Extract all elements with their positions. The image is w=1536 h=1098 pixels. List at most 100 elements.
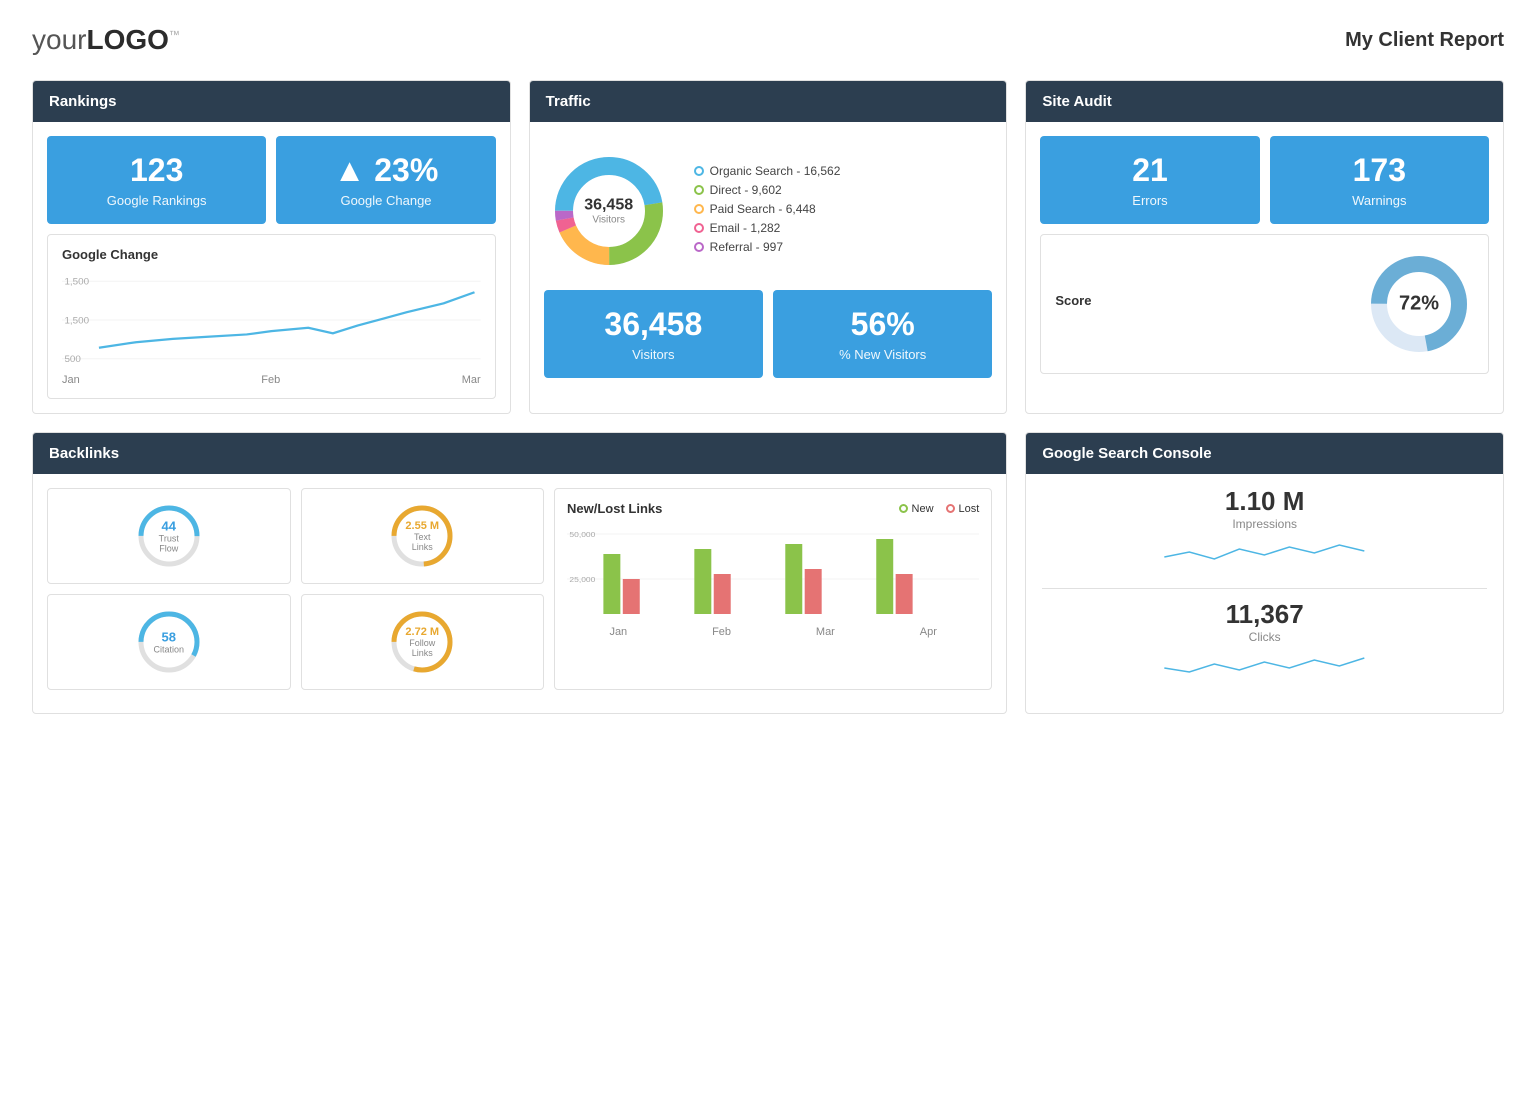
- clicks-stat: 11,367 Clicks: [1042, 599, 1487, 685]
- google-change-value: ▲ 23%: [288, 152, 483, 189]
- trust-flow-label: 44 Trust Flow: [151, 519, 186, 554]
- errors-value: 21: [1052, 152, 1247, 189]
- traffic-body: 36,458 Visitors Organic Search - 16,562 …: [530, 122, 1007, 402]
- main-grid: Rankings 123 Google Rankings ▲ 23% Googl…: [32, 80, 1504, 714]
- traffic-section: Traffic: [529, 80, 1008, 414]
- line-chart-area: .grid-line { stroke: #e8e8e8; stroke-wid…: [62, 270, 481, 370]
- citation-sublabel: Citation: [153, 645, 184, 655]
- traffic-legend: Organic Search - 16,562 Direct - 9,602 P…: [694, 164, 841, 259]
- x-label-jan: Jan: [62, 374, 80, 386]
- score-label: Score: [1055, 293, 1344, 308]
- bar-x-labels: Jan Feb Mar Apr: [567, 626, 979, 638]
- bar-chart-area: 50,000 25,000: [567, 524, 979, 624]
- trust-flow-sublabel: Trust Flow: [151, 534, 186, 554]
- gsc-section: Google Search Console 1.10 M Impressions…: [1025, 432, 1504, 714]
- backlinks-left: 44 Trust Flow 58: [47, 488, 291, 690]
- donut-value: 36,458: [584, 197, 633, 215]
- backlinks-middle: 2.55 M Text Links 2.72 M: [301, 488, 545, 690]
- bar-x-mar: Mar: [816, 626, 835, 638]
- legend-direct: Direct - 9,602: [694, 183, 841, 197]
- donut-sub: Visitors: [584, 215, 633, 226]
- warnings-value: 173: [1282, 152, 1477, 189]
- backlinks-header: Backlinks: [33, 433, 1006, 474]
- legend-organic-label: Organic Search - 16,562: [710, 164, 841, 178]
- gsc-header: Google Search Console: [1026, 433, 1503, 474]
- google-rankings-value: 123: [59, 152, 254, 189]
- trust-flow-value: 44: [151, 519, 186, 534]
- svg-text:1,500: 1,500: [64, 277, 89, 286]
- page-header: yourLOGO™ My Client Report: [32, 24, 1504, 56]
- text-links-value: 2.55 M: [405, 520, 440, 532]
- legend-paid: Paid Search - 6,448: [694, 202, 841, 216]
- warnings-label: Warnings: [1282, 193, 1477, 208]
- site-audit-header: Site Audit: [1026, 81, 1503, 122]
- site-audit-body: 21 Errors 173 Warnings Score: [1026, 122, 1503, 388]
- traffic-stat-tiles: 36,458 Visitors 56% % New Visitors: [544, 290, 993, 378]
- legend-lost: Lost: [946, 503, 980, 515]
- gsc-body: 1.10 M Impressions 11,367 Clicks: [1026, 474, 1503, 713]
- new-visitors-tile: 56% % New Visitors: [773, 290, 992, 378]
- rankings-header: Rankings: [33, 81, 510, 122]
- citation-card: 58 Citation: [47, 594, 291, 690]
- impressions-value: 1.10 M: [1042, 486, 1487, 517]
- traffic-donut: 36,458 Visitors: [544, 146, 674, 276]
- x-label-feb: Feb: [261, 374, 280, 386]
- clicks-sparkline: [1042, 650, 1487, 680]
- score-donut: 72%: [1364, 249, 1474, 359]
- legend-dot-lost: [946, 504, 955, 513]
- legend-dot-referral: [694, 242, 704, 252]
- bar-chart-header: New/Lost Links New Lost: [567, 501, 979, 516]
- legend-referral: Referral - 997: [694, 240, 841, 254]
- new-lost-links-chart: New/Lost Links New Lost: [554, 488, 992, 690]
- svg-text:500: 500: [64, 355, 80, 364]
- legend-referral-label: Referral - 997: [710, 240, 783, 254]
- x-label-mar: Mar: [462, 374, 481, 386]
- logo-tm: ™: [169, 30, 180, 42]
- backlinks-body: 44 Trust Flow 58: [33, 474, 1006, 704]
- bar-chart-svg: 50,000 25,000: [567, 524, 979, 624]
- report-title: My Client Report: [1345, 29, 1504, 52]
- chart-title: Google Change: [62, 247, 481, 262]
- legend-new: New: [899, 503, 934, 515]
- traffic-donut-row: 36,458 Visitors Organic Search - 16,562 …: [544, 136, 993, 290]
- follow-links-sublabel: Follow Links: [405, 638, 440, 658]
- bar-x-jan: Jan: [609, 626, 627, 638]
- visitors-value: 36,458: [556, 306, 751, 343]
- text-links-sublabel: Text Links: [405, 532, 440, 552]
- legend-direct-label: Direct - 9,602: [710, 183, 782, 197]
- legend-dot-paid: [694, 204, 704, 214]
- audit-tiles: 21 Errors 173 Warnings: [1040, 136, 1489, 224]
- new-visitors-label: % New Visitors: [785, 347, 980, 362]
- clicks-label: Clicks: [1042, 630, 1487, 644]
- line-chart-svg: .grid-line { stroke: #e8e8e8; stroke-wid…: [62, 270, 481, 370]
- google-change-tile: ▲ 23% Google Change: [276, 136, 495, 224]
- legend-lost-label: Lost: [959, 503, 980, 515]
- text-links-donut: 2.55 M Text Links: [387, 501, 457, 571]
- google-rankings-label: Google Rankings: [59, 193, 254, 208]
- errors-label: Errors: [1052, 193, 1247, 208]
- rankings-section: Rankings 123 Google Rankings ▲ 23% Googl…: [32, 80, 511, 414]
- impressions-stat: 1.10 M Impressions: [1042, 486, 1487, 572]
- legend-dot-new: [899, 504, 908, 513]
- legend-email: Email - 1,282: [694, 221, 841, 235]
- score-container: Score 72%: [1040, 234, 1489, 374]
- impressions-label: Impressions: [1042, 517, 1487, 531]
- logo-bold: LOGO: [86, 24, 168, 55]
- clicks-value: 11,367: [1042, 599, 1487, 630]
- legend-organic: Organic Search - 16,562: [694, 164, 841, 178]
- text-links-label: 2.55 M Text Links: [405, 520, 440, 552]
- follow-links-card: 2.72 M Follow Links: [301, 594, 545, 690]
- citation-value: 58: [153, 630, 184, 645]
- errors-tile: 21 Errors: [1040, 136, 1259, 224]
- legend-dot-organic: [694, 166, 704, 176]
- legend-dot-email: [694, 223, 704, 233]
- gsc-divider: [1042, 588, 1487, 589]
- bar-x-feb: Feb: [712, 626, 731, 638]
- traffic-header: Traffic: [530, 81, 1007, 122]
- visitors-tile: 36,458 Visitors: [544, 290, 763, 378]
- legend-paid-label: Paid Search - 6,448: [710, 202, 816, 216]
- impressions-sparkline: [1042, 537, 1487, 567]
- site-audit-section: Site Audit 21 Errors 173 Warnings Score: [1025, 80, 1504, 414]
- score-value: 72%: [1399, 293, 1439, 316]
- legend-dot-direct: [694, 185, 704, 195]
